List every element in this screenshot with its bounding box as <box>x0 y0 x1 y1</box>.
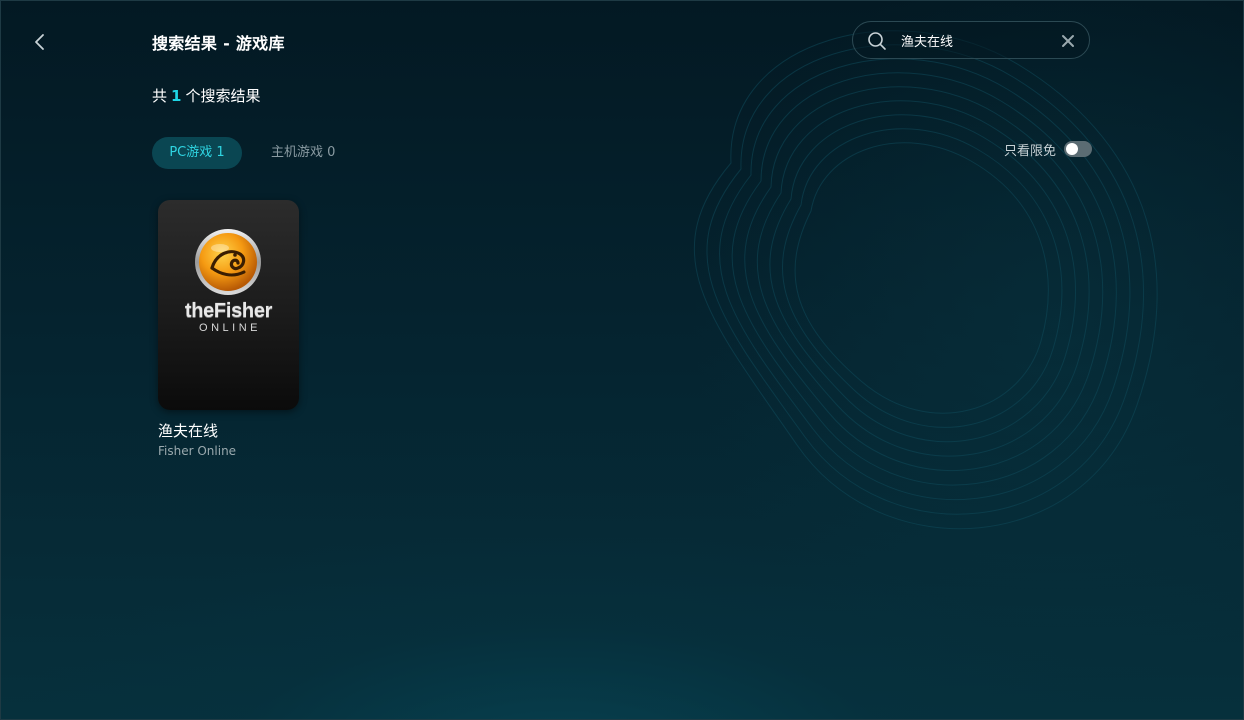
game-library-search-page: 搜索结果 - 游戏库 共1个搜索结果 PC游戏 1 主机游戏 0 只看限免 <box>0 0 1244 720</box>
game-cover-image[interactable]: theFisher ONLINE <box>158 200 299 410</box>
chevron-left-icon <box>35 34 44 50</box>
fish-emblem-icon <box>195 229 261 295</box>
game-logo-title: theFisher <box>184 300 273 322</box>
free-only-filter-label: 只看限免 <box>1004 144 1057 159</box>
result-count-number: 1 <box>171 87 182 105</box>
page-title: 搜索结果 - 游戏库 <box>152 34 285 53</box>
search-box[interactable] <box>852 21 1090 59</box>
result-count-prefix: 共 <box>152 87 168 105</box>
close-icon[interactable] <box>1060 33 1076 49</box>
search-icon <box>868 32 886 50</box>
game-card[interactable]: theFisher ONLINE 渔夫在线 Fisher Online <box>158 200 300 462</box>
tab-console-games[interactable]: 主机游戏 0 <box>263 137 343 169</box>
tab-pc-games[interactable]: PC游戏 1 <box>152 137 242 169</box>
search-input[interactable] <box>901 30 1047 50</box>
back-button[interactable] <box>27 29 53 55</box>
result-count: 共 1 个搜索结果 <box>152 85 260 106</box>
game-logo-subtitle: ONLINE <box>199 322 261 334</box>
result-count-suffix: 个搜索结果 <box>185 87 261 105</box>
game-title[interactable]: 渔夫在线 <box>158 420 218 441</box>
toggle-knob <box>1066 143 1078 155</box>
game-english-title: Fisher Online <box>158 444 237 458</box>
free-only-toggle[interactable] <box>1064 141 1092 157</box>
